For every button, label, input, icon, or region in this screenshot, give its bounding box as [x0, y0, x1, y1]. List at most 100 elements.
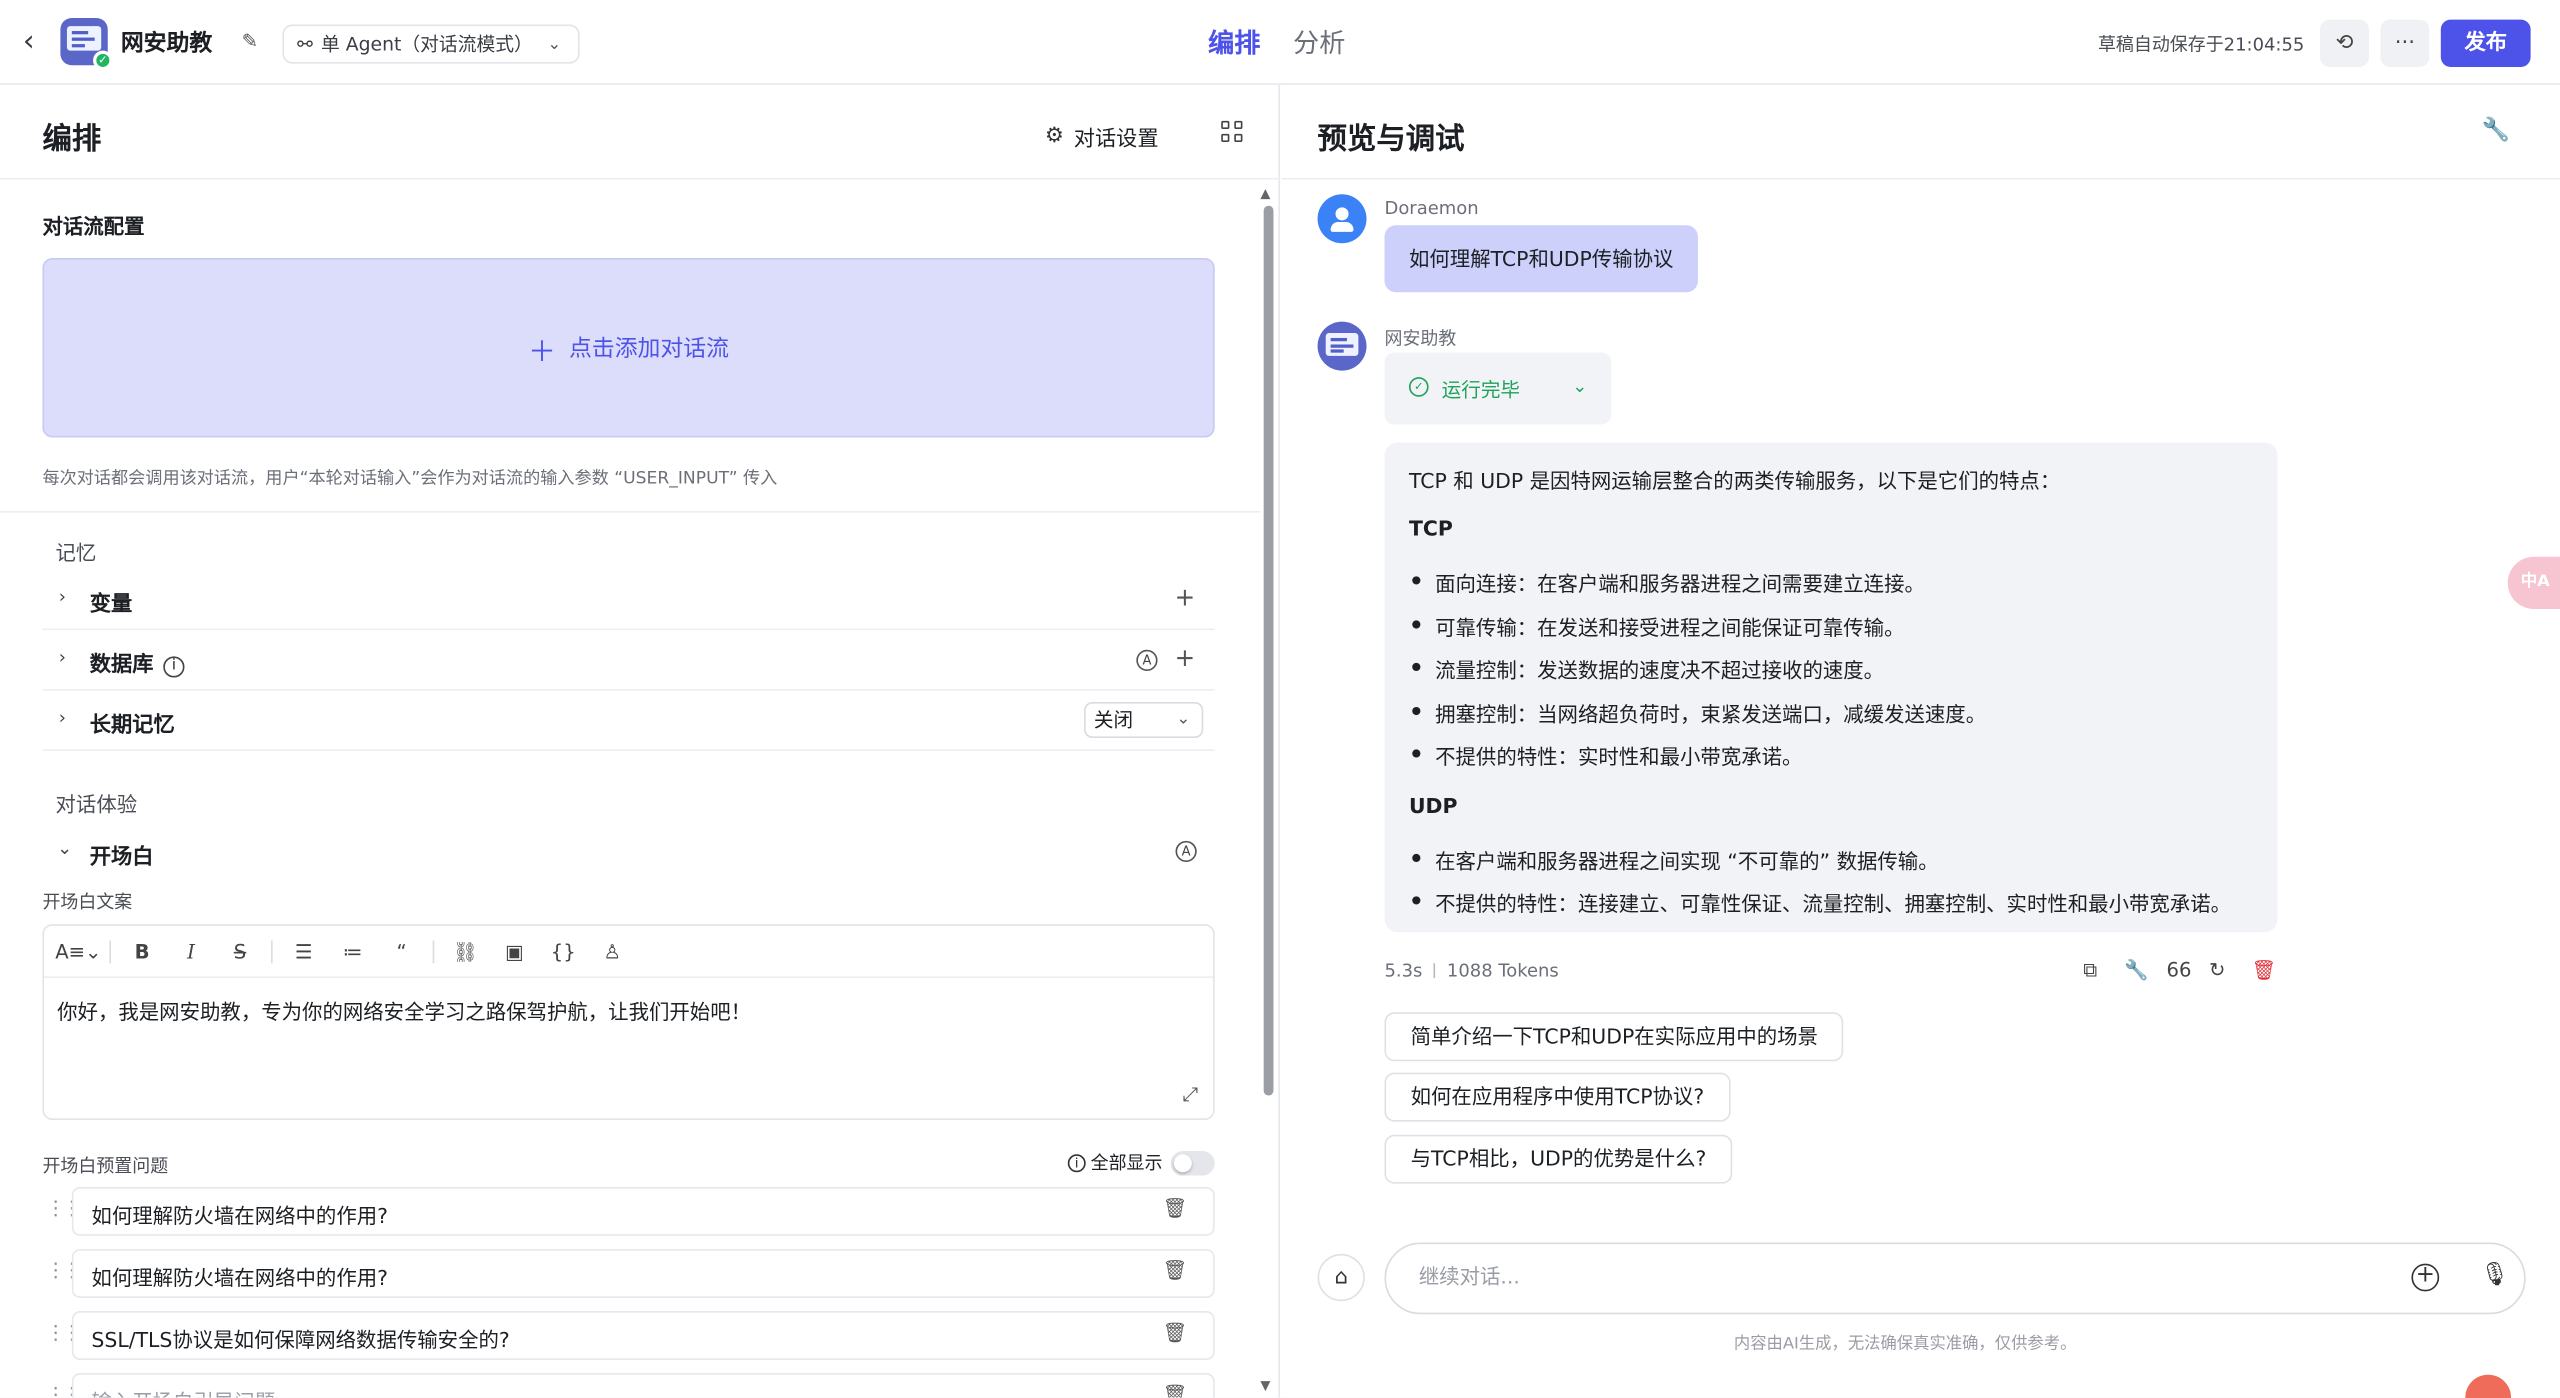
microphone-icon[interactable]: 🎙: [2480, 1262, 2509, 1288]
image-icon[interactable]: ▣: [490, 933, 539, 969]
check-circle-icon: ✓: [1408, 377, 1429, 397]
user-avatar: [1317, 194, 1367, 244]
debug-icon[interactable]: 🔧: [2124, 958, 2148, 981]
answer-bullet: 在客户端和服务器进程之间实现 “不可靠的” 数据传输。: [1409, 844, 1939, 875]
run-status-box[interactable]: ✓ 运行完毕 ⌄: [1384, 352, 1612, 425]
mode-label: 单 Agent（对话流模式）: [321, 32, 533, 56]
edit-name-icon[interactable]: ✎: [242, 29, 265, 52]
strikethrough-icon[interactable]: S: [216, 933, 265, 969]
memory-section-title: 记忆: [55, 540, 97, 565]
tab-edit[interactable]: 编排: [1208, 21, 1260, 60]
scrollbar-thumb[interactable]: [1263, 205, 1274, 1096]
token-count: 1088 Tokens: [1446, 959, 1559, 982]
user-icon[interactable]: ♙: [588, 933, 637, 969]
add-database-icon[interactable]: +: [1175, 643, 1196, 672]
memory-row-long-term[interactable]: › 长期记忆 关闭 ⌄: [42, 691, 1215, 752]
publish-button[interactable]: 发布: [2440, 19, 2531, 67]
add-attachment-icon[interactable]: +: [2411, 1264, 2440, 1292]
copy-icon[interactable]: ⧉: [2083, 958, 2097, 982]
dialog-settings-button[interactable]: ⚙ 对话设置: [1045, 121, 1159, 152]
answer-bullet: 不提供的特性：连接建立、可靠性保证、流量控制、拥塞控制、实时性和最小带宽承诺。: [1409, 887, 2231, 918]
show-all-toggle[interactable]: [1170, 1151, 1215, 1176]
back-icon[interactable]: ‹: [23, 25, 49, 59]
answer-bullet: 拥塞控制：当网络超负荷时，束紧发送端口，减缓发送速度。: [1409, 697, 1986, 728]
code-icon[interactable]: {}: [539, 933, 588, 969]
add-flow-button[interactable]: ＋ 点击添加对话流: [42, 257, 1215, 438]
long-memory-value: 关闭: [1093, 708, 1134, 732]
layout-grid-icon[interactable]: [1221, 120, 1244, 144]
trash-icon[interactable]: 🗑: [1162, 1197, 1187, 1220]
chat-input[interactable]: [1418, 1263, 2366, 1289]
bot-avatar: [1317, 321, 1367, 371]
preset-question-text: 如何理解防火墙在网络中的作用?: [91, 1265, 388, 1290]
trash-icon[interactable]: 🗑: [1162, 1259, 1187, 1282]
verified-check-icon: ✓: [93, 50, 113, 71]
orchestration-panel: 编排 ⚙ 对话设置 ▲ ▼ 对话流配置 ＋ 点击添加对话流 每次对话都会调用该对…: [0, 84, 1280, 1398]
settings-icon: ⚙: [1044, 124, 1064, 149]
bot-name: 网安助教: [1384, 328, 1457, 350]
expand-icon[interactable]: ⤢: [1183, 1082, 1199, 1106]
memory-row-variables[interactable]: › 变量 +: [42, 570, 1215, 631]
italic-icon[interactable]: I: [167, 933, 216, 969]
bold-icon[interactable]: B: [118, 933, 167, 969]
suggestion-chip[interactable]: 如何在应用程序中使用TCP协议?: [1384, 1072, 1731, 1122]
regenerate-icon[interactable]: ↻: [2209, 958, 2225, 981]
auto-mode-icon[interactable]: A: [1136, 649, 1158, 672]
opener-editor[interactable]: A≡⌄ B I S ☰ ≔ “ ⛓ ▣ {} ♙ 你好，我是网安助教，专为你的网…: [42, 924, 1215, 1120]
dialog-settings-label: 对话设置: [1073, 127, 1159, 152]
auto-mode-icon[interactable]: A: [1175, 840, 1197, 863]
quote-icon[interactable]: “: [377, 933, 426, 969]
more-button[interactable]: ···: [2380, 19, 2430, 67]
long-memory-select[interactable]: 关闭 ⌄: [1084, 702, 1204, 738]
floating-translate-icon[interactable]: 中A: [2507, 556, 2560, 609]
info-icon[interactable]: i: [163, 656, 185, 678]
answer-bullet: 不提供的特性：实时性和最小带宽承诺。: [1409, 740, 1802, 771]
flow-config-label: 对话流配置: [42, 213, 145, 239]
latency: 5.3s: [1384, 959, 1423, 982]
bullet-list-icon[interactable]: ☰: [279, 933, 328, 969]
experience-section-title: 对话体验: [55, 791, 138, 817]
divider: [0, 511, 1261, 513]
chevron-down-icon: ⌄: [57, 837, 73, 859]
scroll-up-arrow[interactable]: ▲: [1260, 186, 1270, 201]
preset-question-placeholder: 输入开场白引导问题: [91, 1384, 275, 1397]
opener-text-label: 开场白文案: [42, 891, 133, 913]
delete-icon[interactable]: 🗑: [2251, 958, 2276, 981]
clear-context-button[interactable]: ⌂: [1317, 1253, 1365, 1302]
chevron-right-icon: ›: [58, 586, 66, 608]
top-bar: ‹ ✓ 网安助教 ✎ ⚯ 单 Agent（对话流模式） ⌄ 编排 分析 草稿自动…: [0, 0, 2560, 85]
tab-analysis[interactable]: 分析: [1293, 21, 1345, 60]
mode-select[interactable]: ⚯ 单 Agent（对话流模式） ⌄: [282, 24, 580, 64]
suggestion-chip[interactable]: 与TCP相比，UDP的优势是什么?: [1384, 1134, 1733, 1184]
memory-row-label: 变量: [89, 592, 133, 618]
chevron-right-icon: ›: [58, 706, 66, 729]
opener-text[interactable]: 你好，我是网安助教，专为你的网络安全学习之路保驾护航，让我们开始吧！: [57, 994, 751, 1025]
numbered-list-icon[interactable]: ≔: [328, 933, 377, 969]
plus-icon: ＋: [528, 335, 556, 369]
history-button[interactable]: ⟲: [2320, 19, 2369, 67]
preset-question-row: ⋮⋮ 输入开场白引导问题 🗑: [42, 1373, 1215, 1398]
scroll-down-arrow[interactable]: ▼: [1260, 1378, 1270, 1393]
link-icon[interactable]: ⛓: [441, 933, 490, 969]
trash-icon[interactable]: 🗑: [1162, 1383, 1187, 1398]
add-variable-icon[interactable]: +: [1175, 583, 1196, 612]
memory-row-database[interactable]: › 数据库 i A +: [42, 630, 1215, 691]
memory-row-label: 长期记忆: [89, 713, 175, 738]
add-flow-label: 点击添加对话流: [568, 336, 729, 363]
panel-title: 编排: [42, 122, 102, 157]
trash-icon[interactable]: 🗑: [1162, 1321, 1187, 1344]
quote-icon[interactable]: 66: [2167, 958, 2192, 981]
text-style-icon[interactable]: A≡⌄: [54, 933, 103, 969]
opener-title: 开场白: [89, 845, 154, 871]
show-all-label: i 全部显示: [1067, 1149, 1162, 1175]
preset-question-row: ⋮⋮ 如何理解防火墙在网络中的作用? 🗑: [42, 1248, 1215, 1298]
memory-row-label: 数据库: [89, 653, 154, 678]
answer-bullet: 面向连接：在客户端和服务器进程之间需要建立连接。: [1409, 567, 1925, 598]
answer-bullet: 可靠传输：在发送和接受进程之间能保证可靠传输。: [1409, 611, 1905, 642]
answer-heading-tcp: TCP: [1408, 515, 1453, 541]
suggestion-chip[interactable]: 简单介绍一下TCP和UDP在实际应用中的场景: [1384, 1012, 1845, 1062]
debug-wrench-icon[interactable]: 🔧: [2482, 118, 2510, 144]
opener-row[interactable]: ⌄ 开场白 A: [42, 828, 1214, 877]
chevron-down-icon: ⌄: [1572, 375, 1588, 397]
answer-intro: TCP 和 UDP 是因特网运输层整合的两类传输服务，以下是它们的特点：: [1408, 468, 2061, 494]
